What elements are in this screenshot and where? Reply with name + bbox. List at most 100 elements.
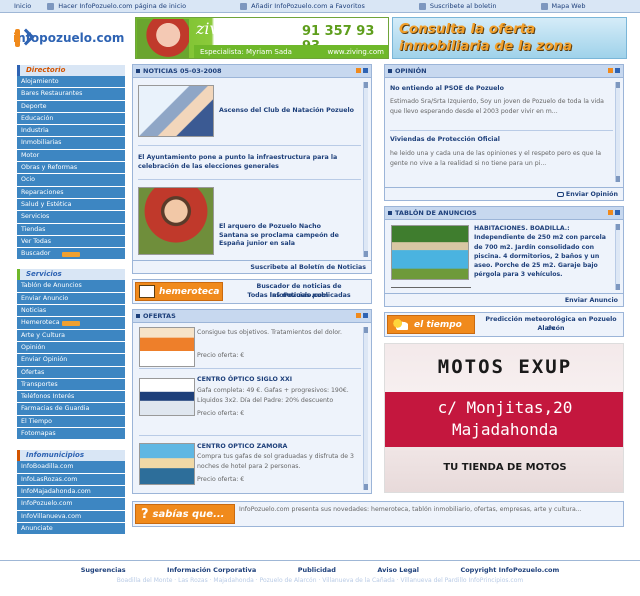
infomunicipios-item[interactable]: InfoPozuelo.com <box>17 498 125 511</box>
ofertas-header: OFERTAS <box>133 310 371 323</box>
directorio-item[interactable]: Inmobiliarias <box>17 137 125 150</box>
servicios-item[interactable]: Enviar Opinión <box>17 354 125 367</box>
enviar-opinion-link[interactable]: Enviar Opinión <box>385 187 623 200</box>
bullet-icon <box>136 314 140 318</box>
news-link-1[interactable]: Ascenso del Club de Natación Pozuelo <box>219 107 359 116</box>
topbar-link-boletin[interactable]: Suscribete al boletin <box>418 2 497 10</box>
site-logo[interactable]: infopozuelo.com <box>13 22 124 54</box>
hemeroteca-label-box: hemeroteca <box>135 282 223 301</box>
hemeroteca-line-2: Todas las noticias publicadas <box>247 292 351 299</box>
servicios-item[interactable]: Tablón de Anuncios <box>17 280 125 293</box>
infomunicipios-item[interactable]: InfoVillanueva.com <box>17 510 125 523</box>
opinion-scrollbar[interactable] <box>615 82 620 182</box>
inmobiliaria-ad-banner[interactable]: Consulta la oferta inmobiliaria de la zo… <box>392 17 627 59</box>
orange-square-icon <box>356 313 361 318</box>
infomunicipios-item[interactable]: InfoBoadilla.com <box>17 461 125 474</box>
enviar-anuncio-link[interactable]: Enviar Anuncio <box>385 293 623 306</box>
top-bar: Inicio Hacer InfoPozuelo.com página de i… <box>0 0 640 13</box>
ziving-ad-photo <box>137 19 189 58</box>
directorio-item[interactable]: Buscador <box>17 248 125 261</box>
servicios-item[interactable]: Teléfonos Interés <box>17 391 125 404</box>
oferta-3-image <box>139 443 195 485</box>
oferta-1-text: Consigue tus objetivos. Tratamientos del… <box>197 329 342 336</box>
oferta-2-image <box>139 378 195 416</box>
footer-municipios[interactable]: Boadilla del Monte · Las Rozas · Majadah… <box>0 577 640 584</box>
star-icon <box>240 2 248 10</box>
infomunicipios-item[interactable]: Anunciate <box>17 522 125 536</box>
oferta-2-text: Gafa completa: 49 €. Gafas + progresivos… <box>197 387 349 404</box>
servicios-item[interactable]: Noticias <box>17 305 125 318</box>
servicios-item[interactable]: Ofertas <box>17 366 125 379</box>
tablon-photo-pool <box>391 225 469 280</box>
servicios-item[interactable]: El Tiempo <box>17 415 125 429</box>
home-icon <box>47 2 55 10</box>
directorio-item[interactable]: Ver Todas <box>17 235 125 249</box>
servicios-item[interactable]: Hemeroteca <box>17 317 125 330</box>
motos-exup-ad[interactable]: MOTOS EXUP c/ Monjitas,20 Majadahonda TU… <box>384 343 624 493</box>
footer-link-copyright[interactable]: Copyright InfoPozuelo.com <box>460 566 559 574</box>
footer-link-info-corporativa[interactable]: Información Corporativa <box>167 566 256 574</box>
footer-link-publicidad[interactable]: Publicidad <box>298 566 336 574</box>
hemeroteca-box[interactable]: hemeroteca Buscador de noticias de InfoP… <box>132 279 372 304</box>
news-link-2[interactable]: El Ayuntamiento pone a punto la infraest… <box>138 154 358 171</box>
directorio-item[interactable]: Tiendas <box>17 223 125 236</box>
topbar-link-inicio[interactable]: Inicio <box>14 2 31 10</box>
oferta-2-title[interactable]: CENTRO ÓPTICO SIGLO XXI <box>197 376 292 385</box>
ziving-brand: ziving <box>196 19 245 38</box>
servicios-item[interactable]: Enviar Anuncio <box>17 292 125 306</box>
directorio-item[interactable]: Salud y Estética <box>17 198 125 212</box>
servicios-item[interactable]: Arte y Cultura <box>17 329 125 342</box>
directorio-item[interactable]: Ocio <box>17 174 125 187</box>
el-tiempo-box[interactable]: el tiempo Predicción meteorológica en Po… <box>384 312 624 337</box>
topbar-link-favoritos[interactable]: Añadir InfoPozuelo.com a Favoritos <box>240 2 365 10</box>
opinion-title-2[interactable]: Viviendas de Protección Oficial <box>390 136 500 145</box>
tiempo-label-box: el tiempo <box>387 315 475 334</box>
tablon-scrollbar[interactable] <box>615 224 620 290</box>
footer-link-sugerencias[interactable]: Sugerencias <box>81 566 126 574</box>
directorio-item[interactable]: Servicios <box>17 211 125 224</box>
blue-square-icon <box>615 210 620 215</box>
ofertas-panel: OFERTAS Consigue tus objetivos. Tratamie… <box>132 309 372 494</box>
tablon-ad-text[interactable]: HABITACIONES. BOADILLA.: Independiente d… <box>474 224 614 282</box>
directorio-item[interactable]: Industria <box>17 125 125 138</box>
directorio-item[interactable]: Motor <box>17 149 125 163</box>
bullet-icon <box>388 69 392 73</box>
ofertas-scrollbar[interactable] <box>363 327 368 490</box>
new-badge-icon <box>62 321 80 327</box>
ziving-subtitle: es ortodoncia <box>240 26 281 33</box>
infomunicipios-item[interactable]: InfoLasRozas.com <box>17 473 125 486</box>
directorio-item[interactable]: Reparaciones <box>17 186 125 199</box>
directorio-item[interactable]: Obras y Reformas <box>17 162 125 175</box>
topbar-link-mapa-web[interactable]: Mapa Web <box>540 2 585 10</box>
servicios-heading: Servicios <box>17 269 125 281</box>
oferta-1-price: Precio oferta: € <box>197 352 245 359</box>
servicios-item[interactable]: Fotomapas <box>17 428 125 441</box>
servicios-item[interactable]: Farmacias de Guardia <box>17 403 125 416</box>
directorio-item[interactable]: Alojamiento <box>17 76 125 89</box>
servicios-item[interactable]: Transportes <box>17 378 125 392</box>
motos-ad-address-1: c/ Monjitas,20 <box>437 398 573 417</box>
directorio-item[interactable]: Deporte <box>17 100 125 113</box>
opinion-title-1[interactable]: No entiendo al PSOE de Pozuelo <box>390 85 504 94</box>
directorio-item[interactable]: Bares Restaurantes <box>17 88 125 101</box>
blue-square-icon <box>363 313 368 318</box>
news-photo-archer <box>138 187 214 255</box>
news-link-3[interactable]: El arquero de Pozuelo Nacho Santana se p… <box>219 223 345 249</box>
sabias-label-box: ? sabías que... <box>135 504 235 524</box>
mail-icon <box>418 2 426 10</box>
oferta-3-title[interactable]: CENTRO OPTICO ZAMORA <box>197 443 287 452</box>
blue-square-icon <box>615 68 620 73</box>
oferta-1-image <box>139 327 195 367</box>
bullet-icon <box>388 211 392 215</box>
servicios-item[interactable]: Opinión <box>17 341 125 355</box>
noticias-subscribe-link[interactable]: Suscribete al Boletín de Noticias <box>133 260 371 273</box>
infomunicipios-item[interactable]: InfoMajadahonda.com <box>17 485 125 499</box>
orange-square-icon <box>608 210 613 215</box>
topbar-link-homepage[interactable]: Hacer InfoPozuelo.com página de inicio <box>47 2 186 10</box>
opinion-text-1: Estimado Sra/Srta Izquierdo, Soy un jove… <box>390 98 604 115</box>
opinion-header: OPINIÓN <box>385 65 623 78</box>
directorio-item[interactable]: Educación <box>17 112 125 126</box>
footer-link-aviso-legal[interactable]: Aviso Legal <box>377 566 419 574</box>
noticias-scrollbar[interactable] <box>363 82 368 257</box>
ziving-ad-banner[interactable]: ziving es ortodoncia 91 357 93 93 Especi… <box>135 17 389 59</box>
